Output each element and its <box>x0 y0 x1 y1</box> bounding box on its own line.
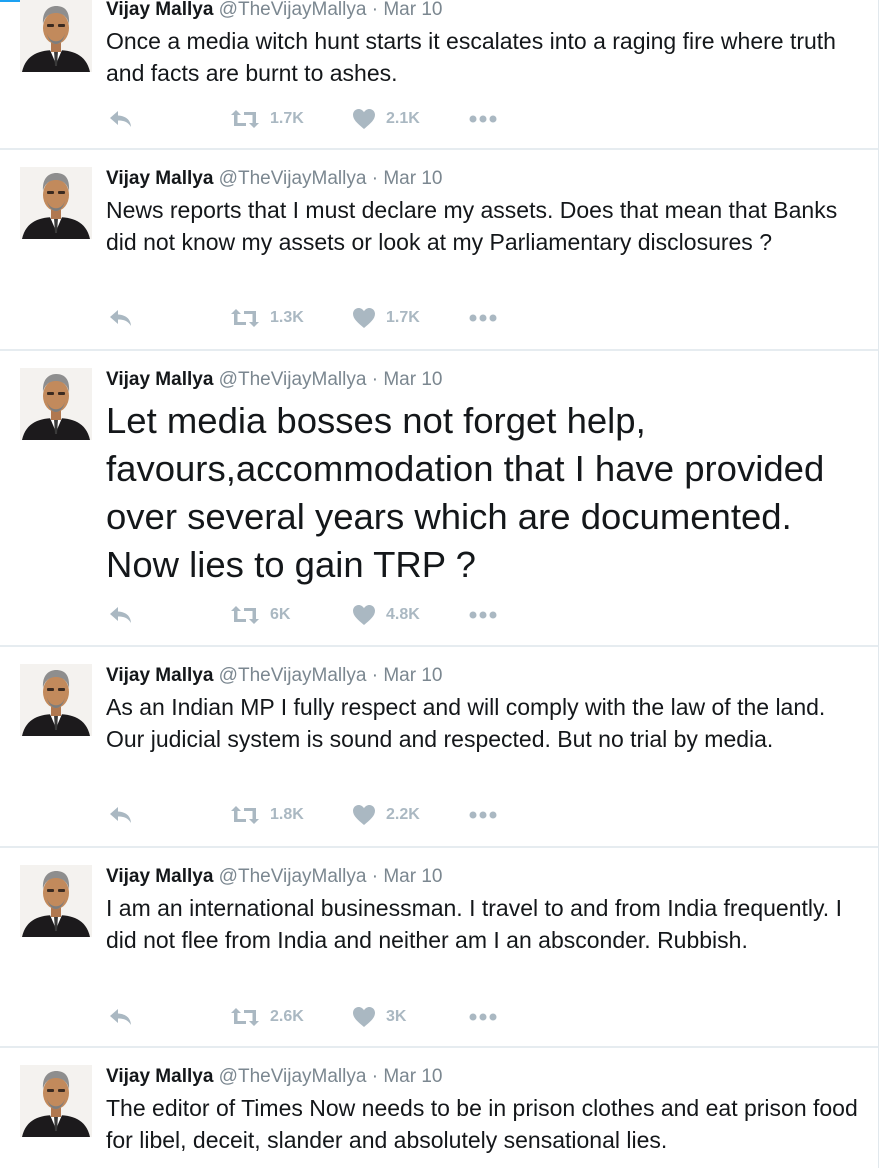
like-button[interactable]: 3K <box>352 1005 406 1029</box>
like-count: 4.8K <box>386 606 420 623</box>
more-button[interactable] <box>468 603 498 627</box>
reply-icon <box>110 310 131 326</box>
tweet-timestamp[interactable]: Mar 10 <box>383 866 442 887</box>
heart-icon <box>353 805 375 825</box>
tweet-text: News reports that I must declare my asse… <box>106 197 838 255</box>
header-separator: · <box>371 0 379 20</box>
more-dots-icon <box>469 314 497 322</box>
like-button[interactable]: 2.1K <box>352 107 420 131</box>
author-handle[interactable]: @TheVijayMallya <box>219 1066 367 1087</box>
retweet-button[interactable]: 1.8K <box>230 803 304 827</box>
reply-button[interactable] <box>108 1005 134 1029</box>
reply-button[interactable] <box>108 603 134 627</box>
tweet-text: I am an international businessman. I tra… <box>106 895 842 953</box>
author-handle[interactable]: @TheVijayMallya <box>219 0 367 20</box>
author-handle[interactable]: @TheVijayMallya <box>219 866 367 887</box>
avatar[interactable] <box>20 865 92 937</box>
retweet-count: 1.7K <box>270 110 304 127</box>
retweet-icon <box>231 309 259 327</box>
tweet-timestamp[interactable]: Mar 10 <box>383 369 442 390</box>
header-separator: · <box>371 665 379 686</box>
retweet-button[interactable]: 1.7K <box>230 107 304 131</box>
more-dots-icon <box>469 1013 497 1021</box>
retweet-button[interactable]: 1.3K <box>230 306 304 330</box>
more-button[interactable] <box>468 1005 498 1029</box>
retweet-count: 6K <box>270 606 291 623</box>
retweet-button[interactable]: 2.6K <box>230 1005 304 1029</box>
more-dots-icon <box>469 611 497 619</box>
header-separator: · <box>371 866 379 887</box>
tweet-item: Vijay Mallya @TheVijayMallya · Mar 10 Le… <box>0 351 878 647</box>
heart-icon <box>353 1007 375 1027</box>
tweet-text: Once a media witch hunt starts it escala… <box>106 28 836 86</box>
retweet-icon <box>231 806 259 824</box>
like-button[interactable]: 2.2K <box>352 803 420 827</box>
more-dots-icon <box>469 115 497 123</box>
like-count: 2.2K <box>386 806 420 823</box>
avatar[interactable] <box>20 664 92 736</box>
tweet-timestamp[interactable]: Mar 10 <box>383 168 442 189</box>
avatar[interactable] <box>20 1065 92 1137</box>
tweet-header: Vijay Mallya @TheVijayMallya · Mar 10 <box>106 664 866 688</box>
heart-icon <box>353 605 375 625</box>
retweet-icon <box>231 110 259 128</box>
tweet-header: Vijay Mallya @TheVijayMallya · Mar 10 <box>106 0 866 22</box>
more-button[interactable] <box>468 803 498 827</box>
retweet-count: 1.8K <box>270 806 304 823</box>
tweet-header: Vijay Mallya @TheVijayMallya · Mar 10 <box>106 167 866 191</box>
more-dots-icon <box>469 811 497 819</box>
reply-icon <box>110 807 131 823</box>
avatar[interactable] <box>20 368 92 440</box>
header-separator: · <box>371 1066 379 1087</box>
retweet-icon <box>231 1008 259 1026</box>
tweet-timestamp[interactable]: Mar 10 <box>383 665 442 686</box>
like-button[interactable]: 4.8K <box>352 603 420 627</box>
avatar[interactable] <box>20 0 92 72</box>
author-handle[interactable]: @TheVijayMallya <box>219 665 367 686</box>
retweet-button[interactable]: 6K <box>230 603 290 627</box>
tweet-text: Let media bosses not forget help, favour… <box>106 400 825 585</box>
heart-icon <box>353 308 375 328</box>
like-count: 1.7K <box>386 309 420 326</box>
tweet-item: Vijay Mallya @TheVijayMallya · Mar 10 On… <box>0 0 878 150</box>
header-separator: · <box>371 369 379 390</box>
tweet-header: Vijay Mallya @TheVijayMallya · Mar 10 <box>106 368 866 392</box>
header-separator: · <box>371 168 379 189</box>
author-handle[interactable]: @TheVijayMallya <box>219 369 367 390</box>
tweet-header: Vijay Mallya @TheVijayMallya · Mar 10 <box>106 1065 866 1089</box>
like-button[interactable]: 1.7K <box>352 306 420 330</box>
tweet-timestamp[interactable]: Mar 10 <box>383 1066 442 1087</box>
tweet-timestamp[interactable]: Mar 10 <box>383 0 442 20</box>
author-handle[interactable]: @TheVijayMallya <box>219 168 367 189</box>
avatar[interactable] <box>20 167 92 239</box>
tweet-item: Vijay Mallya @TheVijayMallya · Mar 10 As… <box>0 647 878 848</box>
author-name[interactable]: Vijay Mallya <box>106 0 213 20</box>
reply-icon <box>110 607 131 623</box>
more-button[interactable] <box>468 107 498 131</box>
author-name[interactable]: Vijay Mallya <box>106 168 213 189</box>
reply-icon <box>110 111 131 127</box>
retweet-count: 2.6K <box>270 1008 304 1025</box>
tweet-item: Vijay Mallya @TheVijayMallya · Mar 10 Th… <box>0 1048 878 1168</box>
retweet-count: 1.3K <box>270 309 304 326</box>
tweet-text: As an Indian MP I fully respect and will… <box>106 694 826 752</box>
tweet-timeline: Vijay Mallya @TheVijayMallya · Mar 10 On… <box>0 0 879 1168</box>
tweet-header: Vijay Mallya @TheVijayMallya · Mar 10 <box>106 865 866 889</box>
author-name[interactable]: Vijay Mallya <box>106 866 213 887</box>
reply-button[interactable] <box>108 107 134 131</box>
reply-button[interactable] <box>108 306 134 330</box>
like-count: 2.1K <box>386 110 420 127</box>
retweet-icon <box>231 606 259 624</box>
tweet-item: Vijay Mallya @TheVijayMallya · Mar 10 I … <box>0 848 878 1048</box>
author-name[interactable]: Vijay Mallya <box>106 665 213 686</box>
tweet-item: Vijay Mallya @TheVijayMallya · Mar 10 Ne… <box>0 150 878 351</box>
heart-icon <box>353 109 375 129</box>
tweet-text: The editor of Times Now needs to be in p… <box>106 1095 858 1153</box>
reply-icon <box>110 1009 131 1025</box>
reply-button[interactable] <box>108 803 134 827</box>
like-count: 3K <box>386 1008 407 1025</box>
author-name[interactable]: Vijay Mallya <box>106 1066 213 1087</box>
author-name[interactable]: Vijay Mallya <box>106 369 213 390</box>
more-button[interactable] <box>468 306 498 330</box>
